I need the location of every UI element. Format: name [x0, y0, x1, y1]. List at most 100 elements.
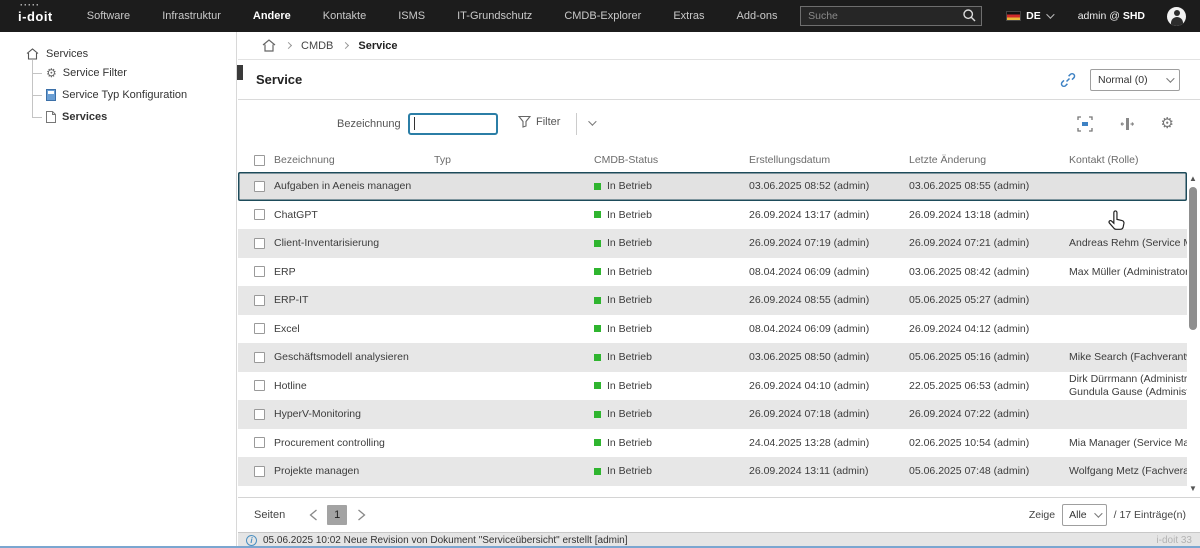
cell-letzte-aenderung: 26.09.2024 07:21 (admin) — [909, 237, 1030, 250]
cell-letzte-aenderung: 03.06.2025 08:55 (admin) — [909, 180, 1030, 193]
table-row[interactable]: ERP-IT In Betrieb 26.09.2024 08:55 (admi… — [238, 286, 1187, 315]
menu-item-add-ons[interactable]: Add-ons — [737, 10, 778, 22]
row-checkbox[interactable] — [254, 294, 265, 306]
home-icon[interactable] — [262, 39, 276, 52]
page-size-select[interactable]: Alle — [1062, 504, 1107, 526]
column-header-erstellungsdatum[interactable]: Erstellungsdatum — [749, 154, 909, 166]
menu-item-cmdb-explorer[interactable]: CMDB-Explorer — [564, 10, 641, 22]
table-row[interactable]: HyperV-Monitoring In Betrieb 26.09.2024 … — [238, 400, 1187, 429]
row-checkbox[interactable] — [254, 323, 265, 335]
table-row[interactable]: Aufgaben in Aeneis managen In Betrieb 03… — [238, 172, 1187, 201]
cell-erstellungsdatum: 03.06.2025 08:52 (admin) — [749, 180, 870, 193]
cell-bezeichnung: Projekte managen — [274, 465, 360, 478]
language-label: DE — [1026, 10, 1041, 22]
cell-bezeichnung: ChatGPT — [274, 208, 318, 221]
filter-field-label: Bezeichnung — [337, 118, 401, 130]
menu-item-extras[interactable]: Extras — [673, 10, 704, 22]
cell-erstellungsdatum: 08.04.2024 06:09 (admin) — [749, 322, 870, 335]
table-scrollbar: ▲ ▼ — [1187, 174, 1199, 494]
tree-root-services[interactable]: Services — [26, 48, 236, 60]
cell-cmdb-status: In Betrieb — [594, 437, 749, 449]
search-icon[interactable] — [962, 8, 977, 23]
sidebar-item-service-filter[interactable]: ⚙ Service Filter — [32, 62, 236, 84]
sidebar-item-label: Service Typ Konfiguration — [62, 89, 188, 101]
settings-gear-icon[interactable]: ⚙ — [1161, 116, 1174, 131]
filter-options-chevron-icon[interactable] — [588, 117, 597, 126]
fit-to-screen-icon[interactable] — [1076, 116, 1093, 132]
table-row[interactable]: Projekte managen In Betrieb 26.09.2024 1… — [238, 457, 1187, 486]
table-row[interactable]: Geschäftsmodell analysieren In Betrieb 0… — [238, 343, 1187, 372]
cell-erstellungsdatum: 26.09.2024 08:55 (admin) — [749, 294, 870, 307]
menu-item-it-grundschutz[interactable]: IT-Grundschutz — [457, 10, 532, 22]
status-dot-icon — [594, 325, 601, 333]
row-checkbox[interactable] — [254, 408, 265, 420]
scrollbar-down-arrow[interactable]: ▼ — [1187, 484, 1199, 494]
cell-erstellungsdatum: 26.09.2024 07:19 (admin) — [749, 237, 870, 250]
column-header-letzte-aenderung[interactable]: Letzte Änderung — [909, 154, 1069, 166]
column-settings-icon[interactable] — [1119, 116, 1135, 132]
view-mode-dropdown[interactable]: Normal (0) — [1090, 69, 1180, 91]
main-menu: Software Infrastruktur Andere Kontakte I… — [87, 10, 778, 22]
breadcrumb-separator-icon — [342, 41, 350, 50]
table-row[interactable]: Excel In Betrieb 08.04.2024 06:09 (admin… — [238, 315, 1187, 344]
cell-kontakt: Andreas Rehm (Service Manager) — [1069, 237, 1187, 249]
column-header-bezeichnung[interactable]: Bezeichnung — [274, 154, 434, 166]
language-selector[interactable]: DE — [1006, 10, 1055, 22]
row-checkbox[interactable] — [254, 237, 265, 249]
row-checkbox[interactable] — [254, 209, 265, 221]
page-number-button[interactable]: 1 — [327, 505, 348, 525]
row-checkbox[interactable] — [254, 351, 265, 363]
column-header-cmdb-status[interactable]: CMDB-Status — [594, 154, 749, 166]
row-checkbox[interactable] — [254, 465, 265, 477]
document-icon — [46, 111, 56, 123]
table-row[interactable]: Client-Inventarisierung In Betrieb 26.09… — [238, 229, 1187, 258]
sidebar-item-service-typ-konfiguration[interactable]: Service Typ Konfiguration — [32, 84, 236, 106]
sidebar-item-label: Service Filter — [62, 67, 127, 79]
cell-kontakt: Max Müller (Administrator) — [1069, 265, 1187, 278]
cell-erstellungsdatum: 03.06.2025 08:50 (admin) — [749, 351, 870, 364]
logged-in-user: admin @ SHD — [1078, 10, 1145, 22]
cell-erstellungsdatum: 26.09.2024 13:17 (admin) — [749, 208, 870, 221]
select-all-checkbox[interactable] — [254, 154, 265, 166]
table-row[interactable]: Hotline In Betrieb 26.09.2024 04:10 (adm… — [238, 372, 1187, 401]
menu-item-isms[interactable]: ISMS — [398, 10, 425, 22]
search-input[interactable] — [800, 6, 983, 26]
tree-children: ⚙ Service Filter Service Typ Konfigurati… — [32, 60, 236, 128]
table-row[interactable]: Procurement controlling In Betrieb 24.04… — [238, 429, 1187, 458]
funnel-icon — [518, 115, 531, 128]
link-icon[interactable] — [1060, 72, 1076, 88]
row-checkbox[interactable] — [254, 437, 265, 449]
column-header-typ[interactable]: Typ — [434, 154, 594, 166]
sidebar-collapse-handle[interactable] — [237, 65, 243, 80]
services-tree: Services ⚙ Service Filter Service Typ Ko… — [0, 32, 236, 128]
cell-erstellungsdatum: 26.09.2024 04:10 (admin) — [749, 379, 870, 392]
row-checkbox[interactable] — [254, 380, 265, 392]
scrollbar-up-arrow[interactable]: ▲ — [1187, 174, 1199, 184]
status-label: In Betrieb — [607, 465, 652, 478]
pages-label: Seiten — [254, 509, 286, 521]
user-avatar[interactable] — [1167, 6, 1186, 26]
menu-item-andere[interactable]: Andere — [253, 10, 291, 22]
breadcrumb-item-cmdb[interactable]: CMDB — [301, 40, 333, 52]
sidebar-item-services[interactable]: Services — [32, 106, 236, 128]
menu-item-software[interactable]: Software — [87, 10, 130, 22]
cell-bezeichnung: HyperV-Monitoring — [274, 408, 361, 421]
row-checkbox[interactable] — [254, 180, 265, 192]
status-label: In Betrieb — [607, 436, 652, 449]
sidebar-item-label: Services — [62, 111, 108, 123]
status-dot-icon — [594, 439, 601, 447]
previous-page-button[interactable] — [303, 505, 323, 525]
cell-letzte-aenderung: 22.05.2025 06:53 (admin) — [909, 379, 1030, 392]
column-header-kontakt[interactable]: Kontakt (Rolle) — [1069, 154, 1187, 166]
filter-button[interactable]: Filter — [518, 115, 560, 128]
bezeichnung-filter-input[interactable] — [408, 113, 498, 135]
breadcrumb-item-service[interactable]: Service — [358, 40, 397, 52]
next-page-button[interactable] — [351, 505, 371, 525]
table-row[interactable]: ChatGPT In Betrieb 26.09.2024 13:17 (adm… — [238, 201, 1187, 230]
menu-item-infrastruktur[interactable]: Infrastruktur — [162, 10, 221, 22]
menu-item-kontakte[interactable]: Kontakte — [323, 10, 366, 22]
scrollbar-thumb[interactable] — [1189, 187, 1197, 330]
user-name: admin @ — [1077, 10, 1120, 22]
table-row[interactable]: ERP In Betrieb 08.04.2024 06:09 (admin) … — [238, 258, 1187, 287]
row-checkbox[interactable] — [254, 266, 265, 278]
